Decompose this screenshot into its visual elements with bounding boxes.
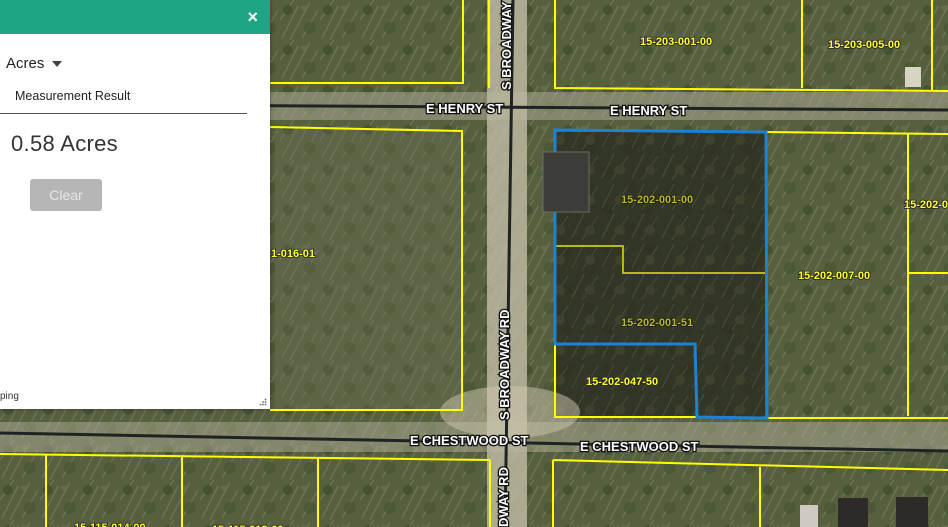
- clear-button[interactable]: Clear: [30, 179, 102, 211]
- road-label-broadway: DWAY RD: [496, 467, 511, 527]
- measurement-panel: × Acres Measurement Result 0.58 Acres Cl…: [0, 0, 270, 409]
- road-label-broadway: S BROADWAY RD: [497, 309, 512, 420]
- divider: [0, 113, 247, 114]
- resize-handle-icon[interactable]: [259, 398, 267, 406]
- parcel-label: 15-203-001-00: [640, 36, 712, 48]
- road-label-chestwood: E CHESTWOOD ST: [410, 433, 529, 448]
- building: [905, 67, 921, 87]
- parcel-label: 1-016-01: [271, 248, 315, 260]
- building: [800, 505, 818, 527]
- parcel-label: 15-202-007-00: [798, 270, 870, 282]
- road-label-broadway: S BROADWAY: [499, 1, 514, 90]
- building: [838, 498, 868, 527]
- close-icon[interactable]: ×: [247, 7, 258, 27]
- parcel-label: 15-202-001-00: [621, 194, 693, 206]
- panel-footer-text: ping: [0, 391, 19, 402]
- parcel-label: 15-202-047-50: [586, 376, 658, 388]
- unit-dropdown[interactable]: Acres: [6, 55, 63, 72]
- road-label-chestwood: E CHESTWOOD ST: [580, 439, 699, 454]
- parcel-label: 15-202-001-51: [621, 317, 693, 329]
- building: [542, 151, 590, 213]
- panel-header: ×: [0, 0, 270, 34]
- parcel-label: 15-202-0: [904, 199, 948, 211]
- measurement-result-value: 0.58 Acres: [11, 131, 118, 156]
- measurement-result-label: Measurement Result: [15, 89, 131, 103]
- road-label-henry: E HENRY ST: [610, 103, 687, 118]
- parcel-label: 15-203-005-00: [828, 39, 900, 51]
- parcel-label: 15-115-014-00: [74, 522, 146, 527]
- chevron-down-icon: [52, 61, 63, 68]
- unit-dropdown-value: Acres: [6, 55, 45, 72]
- building: [896, 497, 928, 527]
- road-label-henry: E HENRY ST: [426, 101, 503, 116]
- open-lot-area: [275, 130, 460, 410]
